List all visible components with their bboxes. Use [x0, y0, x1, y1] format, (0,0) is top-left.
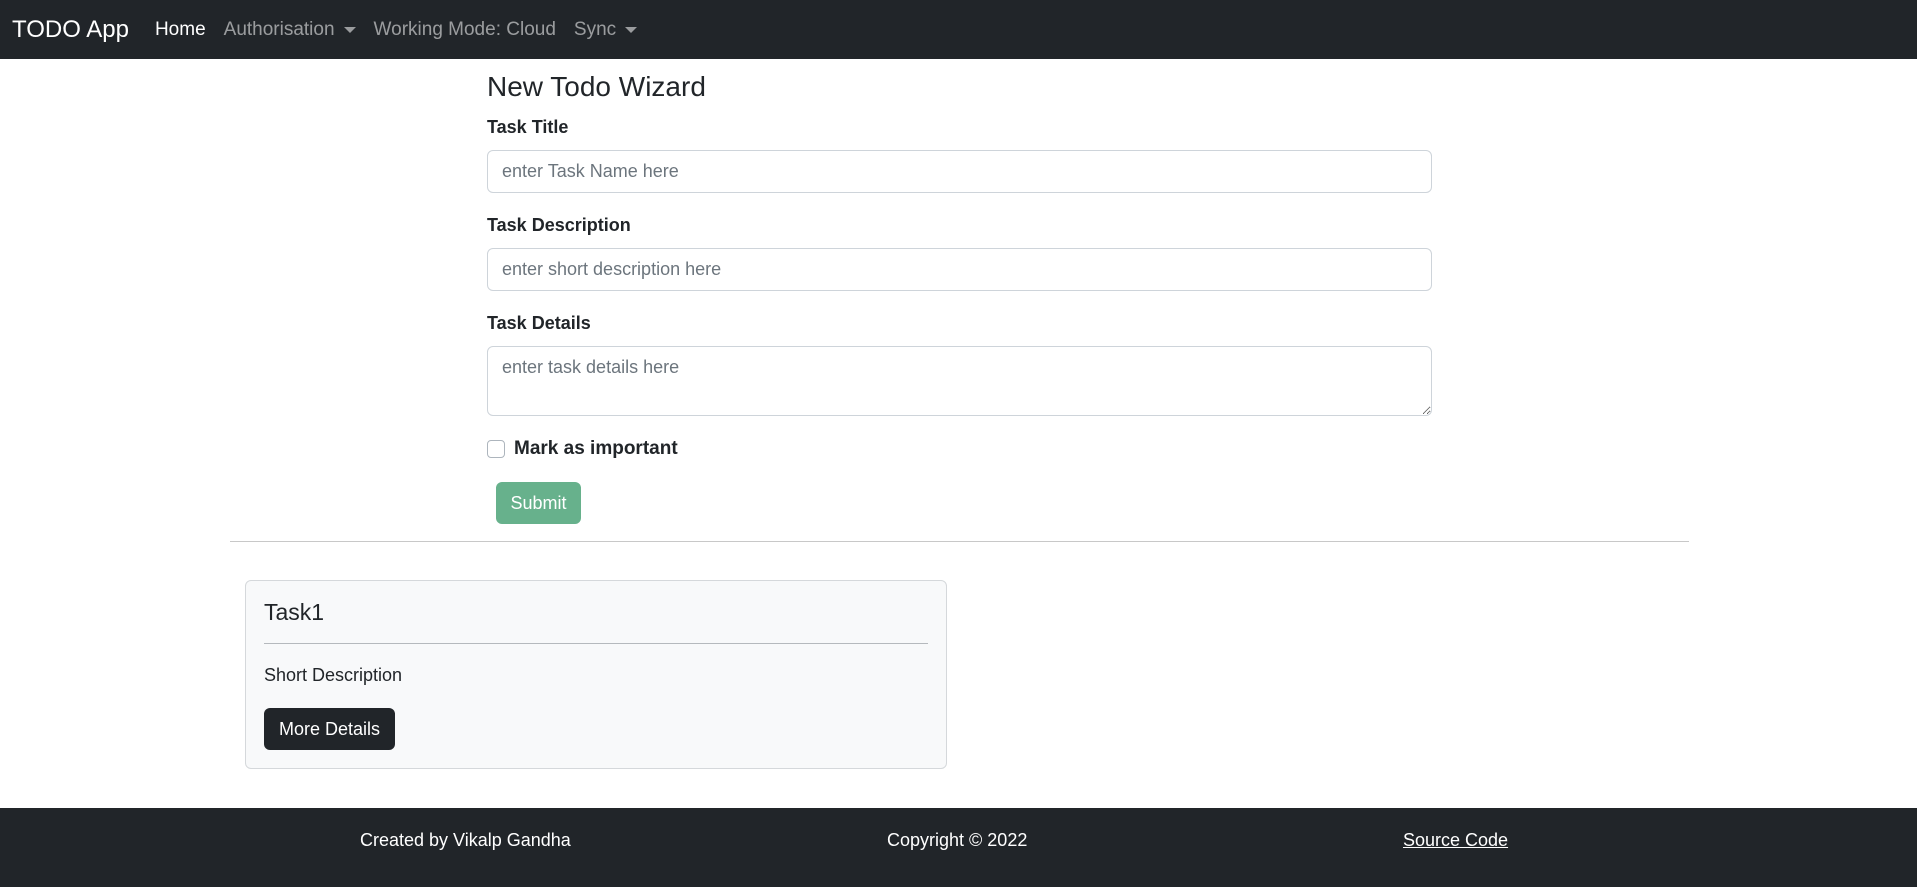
- nav-authorisation-label: Authorisation: [223, 18, 335, 40]
- nav-home-link[interactable]: Home: [155, 19, 206, 41]
- task-description-input[interactable]: [487, 248, 1432, 291]
- nav-sync-label: Sync: [573, 18, 617, 40]
- footer-created-by: Created by Vikalp Gandha: [360, 830, 571, 850]
- new-todo-form: New Todo Wizard Task Title Task Descript…: [487, 59, 1432, 524]
- nav-working-mode-label: Working Mode: Cloud: [373, 18, 556, 40]
- more-details-button[interactable]: More Details: [264, 708, 395, 750]
- task-details-label: Task Details: [487, 313, 591, 333]
- task-card-title: Task1: [264, 599, 325, 625]
- nav-sync-dropdown[interactable]: Sync: [573, 18, 638, 41]
- caret-down-icon: [625, 26, 638, 33]
- important-label[interactable]: Mark as important: [514, 438, 678, 460]
- footer-source-code-link[interactable]: Source Code: [1403, 808, 1508, 872]
- nav-home-label: Home: [154, 18, 206, 40]
- task-card-description: Short Description: [264, 665, 403, 685]
- section-divider: [230, 541, 1689, 542]
- card-divider: [264, 643, 928, 644]
- page-footer: Created by Vikalp Gandha Copyright © 202…: [0, 808, 1917, 887]
- task-description-label: Task Description: [487, 215, 631, 235]
- top-navbar: TODO App Home Authorisation Working Mode…: [0, 0, 1917, 59]
- nav-authorisation-dropdown[interactable]: Authorisation: [224, 19, 356, 41]
- important-checkbox[interactable]: [487, 440, 505, 458]
- task-card: Task1 Short Description More Details: [245, 580, 947, 769]
- task-details-textarea[interactable]: [487, 346, 1432, 416]
- task-title-label: Task Title: [487, 117, 569, 137]
- page-title: New Todo Wizard: [487, 71, 706, 102]
- caret-down-icon: [343, 26, 356, 33]
- important-checkbox-row: Mark as important: [487, 438, 1432, 460]
- footer-copyright: Copyright © 2022: [887, 830, 1028, 850]
- submit-button[interactable]: Submit: [496, 482, 581, 524]
- task-title-input[interactable]: [487, 150, 1432, 193]
- brand-link[interactable]: TODO App: [12, 16, 129, 44]
- nav-working-mode-link[interactable]: Working Mode: Cloud: [374, 19, 556, 41]
